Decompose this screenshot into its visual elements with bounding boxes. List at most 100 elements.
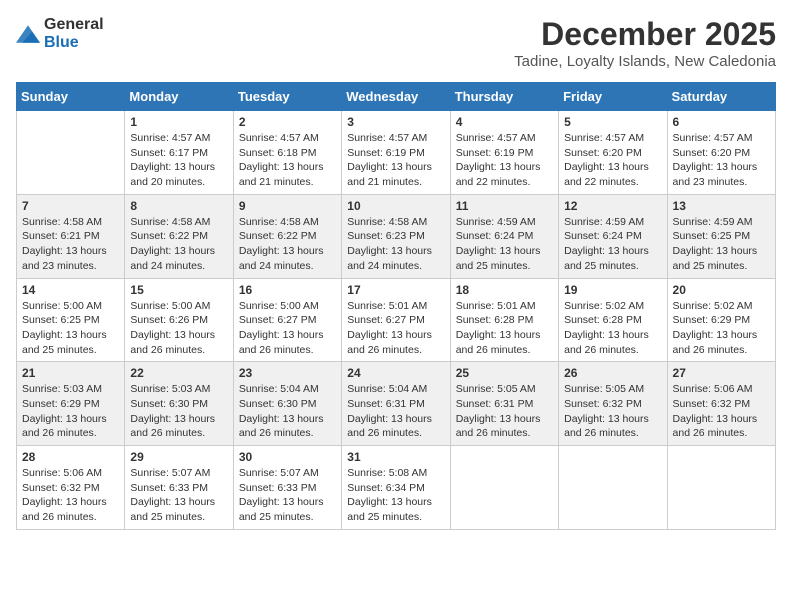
- logo-blue: Blue: [44, 34, 79, 51]
- calendar-cell: 10 Sunrise: 4:58 AM Sunset: 6:23 PM Dayli…: [342, 194, 450, 278]
- calendar-cell: 25Sunrise: 5:05 AM Sunset: 6:31 PM Dayli…: [450, 362, 558, 446]
- day-info: Sunrise: 5:08 AM Sunset: 6:34 PM Dayligh…: [347, 466, 444, 525]
- day-info: Sunrise: 4:57 AM Sunset: 6:20 PM Dayligh…: [673, 131, 770, 190]
- day-info: Sunrise: 5:00 AM Sunset: 6:27 PM Dayligh…: [239, 299, 336, 358]
- day-number: 10: [347, 199, 444, 213]
- calendar-cell: 24 Sunrise: 5:04 AM Sunset: 6:31 PM Dayli…: [342, 362, 450, 446]
- calendar-cell: 30 Sunrise: 5:07 AM Sunset: 6:33 PM Dayli…: [233, 446, 341, 530]
- day-number: 17: [347, 283, 444, 297]
- day-info: Sunrise: 5:07 AM Sunset: 6:33 PM Dayligh…: [239, 466, 336, 525]
- day-number: 18: [456, 283, 553, 297]
- calendar-cell: 22 Sunrise: 5:03 AM Sunset: 6:30 PM Dayli…: [125, 362, 233, 446]
- calendar-cell: 31 Sunrise: 5:08 AM Sunset: 6:34 PM Dayli…: [342, 446, 450, 530]
- day-number: 23: [239, 366, 336, 380]
- day-info: Sunrise: 5:06 AM Sunset: 6:32 PM Dayligh…: [22, 466, 119, 525]
- month-title: December 2025: [514, 16, 776, 53]
- day-number: 28: [22, 450, 119, 464]
- day-number: 8: [130, 199, 227, 213]
- day-info: Sunrise: 5:06 AM Sunset: 6:32 PM Dayligh…: [673, 382, 770, 441]
- day-info: Sunrise: 5:01 AM Sunset: 6:27 PM Dayligh…: [347, 299, 444, 358]
- day-number: 19: [564, 283, 661, 297]
- calendar-cell: 29Sunrise: 5:07 AM Sunset: 6:33 PM Dayli…: [125, 446, 233, 530]
- weekday-header-sunday: Sunday: [17, 83, 125, 111]
- day-info: Sunrise: 4:59 AM Sunset: 6:25 PM Dayligh…: [673, 215, 770, 274]
- day-number: 26: [564, 366, 661, 380]
- day-info: Sunrise: 5:00 AM Sunset: 6:25 PM Dayligh…: [22, 299, 119, 358]
- weekday-header-monday: Monday: [125, 83, 233, 111]
- day-info: Sunrise: 4:58 AM Sunset: 6:23 PM Dayligh…: [347, 215, 444, 274]
- calendar-cell: 2Sunrise: 4:57 AM Sunset: 6:18 PM Daylig…: [233, 111, 341, 195]
- day-info: Sunrise: 4:58 AM Sunset: 6:22 PM Dayligh…: [239, 215, 336, 274]
- weekday-header-saturday: Saturday: [667, 83, 775, 111]
- calendar-cell: 17 Sunrise: 5:01 AM Sunset: 6:27 PM Dayli…: [342, 278, 450, 362]
- day-number: 27: [673, 366, 770, 380]
- calendar-cell: 5 Sunrise: 4:57 AM Sunset: 6:20 PM Daylig…: [559, 111, 667, 195]
- day-number: 25: [456, 366, 553, 380]
- calendar-cell: 23 Sunrise: 5:04 AM Sunset: 6:30 PM Dayli…: [233, 362, 341, 446]
- calendar-week-row: 28 Sunrise: 5:06 AM Sunset: 6:32 PM Dayli…: [17, 446, 776, 530]
- calendar-cell: 7 Sunrise: 4:58 AM Sunset: 6:21 PM Daylig…: [17, 194, 125, 278]
- page-header: General Blue December 2025 Tadine, Loyal…: [16, 16, 776, 70]
- calendar-cell: 8 Sunrise: 4:58 AM Sunset: 6:22 PM Daylig…: [125, 194, 233, 278]
- calendar-cell: 20Sunrise: 5:02 AM Sunset: 6:29 PM Dayli…: [667, 278, 775, 362]
- day-number: 5: [564, 115, 661, 129]
- calendar-cell: 26Sunrise: 5:05 AM Sunset: 6:32 PM Dayli…: [559, 362, 667, 446]
- weekday-header-wednesday: Wednesday: [342, 83, 450, 111]
- day-number: 12: [564, 199, 661, 213]
- day-info: Sunrise: 4:58 AM Sunset: 6:22 PM Dayligh…: [130, 215, 227, 274]
- calendar-cell: 13 Sunrise: 4:59 AM Sunset: 6:25 PM Dayli…: [667, 194, 775, 278]
- day-info: Sunrise: 4:57 AM Sunset: 6:19 PM Dayligh…: [347, 131, 444, 190]
- day-info: Sunrise: 5:07 AM Sunset: 6:33 PM Dayligh…: [130, 466, 227, 525]
- day-number: 22: [130, 366, 227, 380]
- calendar-table: SundayMondayTuesdayWednesdayThursdayFrid…: [16, 82, 776, 530]
- calendar-cell: [559, 446, 667, 530]
- day-number: 6: [673, 115, 770, 129]
- day-info: Sunrise: 5:04 AM Sunset: 6:31 PM Dayligh…: [347, 382, 444, 441]
- calendar-cell: [667, 446, 775, 530]
- calendar-cell: 11Sunrise: 4:59 AM Sunset: 6:24 PM Dayli…: [450, 194, 558, 278]
- day-number: 1: [130, 115, 227, 129]
- day-info: Sunrise: 5:03 AM Sunset: 6:29 PM Dayligh…: [22, 382, 119, 441]
- day-number: 13: [673, 199, 770, 213]
- day-number: 4: [456, 115, 553, 129]
- weekday-header-thursday: Thursday: [450, 83, 558, 111]
- day-number: 3: [347, 115, 444, 129]
- day-number: 30: [239, 450, 336, 464]
- day-info: Sunrise: 4:57 AM Sunset: 6:19 PM Dayligh…: [456, 131, 553, 190]
- calendar-cell: 3 Sunrise: 4:57 AM Sunset: 6:19 PM Daylig…: [342, 111, 450, 195]
- calendar-week-row: 1 Sunrise: 4:57 AM Sunset: 6:17 PM Daylig…: [17, 111, 776, 195]
- calendar-cell: 1 Sunrise: 4:57 AM Sunset: 6:17 PM Daylig…: [125, 111, 233, 195]
- calendar-cell: 12Sunrise: 4:59 AM Sunset: 6:24 PM Dayli…: [559, 194, 667, 278]
- calendar-cell: 14Sunrise: 5:00 AM Sunset: 6:25 PM Dayli…: [17, 278, 125, 362]
- day-number: 24: [347, 366, 444, 380]
- location-title: Tadine, Loyalty Islands, New Caledonia: [514, 53, 776, 70]
- weekday-header-friday: Friday: [559, 83, 667, 111]
- title-area: December 2025 Tadine, Loyalty Islands, N…: [514, 16, 776, 70]
- day-number: 20: [673, 283, 770, 297]
- logo-general: General: [44, 16, 104, 33]
- day-number: 21: [22, 366, 119, 380]
- day-info: Sunrise: 5:04 AM Sunset: 6:30 PM Dayligh…: [239, 382, 336, 441]
- day-number: 15: [130, 283, 227, 297]
- day-info: Sunrise: 5:02 AM Sunset: 6:28 PM Dayligh…: [564, 299, 661, 358]
- day-info: Sunrise: 4:58 AM Sunset: 6:21 PM Dayligh…: [22, 215, 119, 274]
- day-number: 9: [239, 199, 336, 213]
- calendar-cell: 16Sunrise: 5:00 AM Sunset: 6:27 PM Dayli…: [233, 278, 341, 362]
- calendar-cell: 27 Sunrise: 5:06 AM Sunset: 6:32 PM Dayli…: [667, 362, 775, 446]
- weekday-header-tuesday: Tuesday: [233, 83, 341, 111]
- calendar-cell: 18 Sunrise: 5:01 AM Sunset: 6:28 PM Dayli…: [450, 278, 558, 362]
- calendar-header-row: SundayMondayTuesdayWednesdayThursdayFrid…: [17, 83, 776, 111]
- day-info: Sunrise: 5:00 AM Sunset: 6:26 PM Dayligh…: [130, 299, 227, 358]
- calendar-cell: 15 Sunrise: 5:00 AM Sunset: 6:26 PM Dayli…: [125, 278, 233, 362]
- day-number: 31: [347, 450, 444, 464]
- calendar-cell: 4 Sunrise: 4:57 AM Sunset: 6:19 PM Daylig…: [450, 111, 558, 195]
- day-info: Sunrise: 5:03 AM Sunset: 6:30 PM Dayligh…: [130, 382, 227, 441]
- calendar-cell: [450, 446, 558, 530]
- day-number: 7: [22, 199, 119, 213]
- calendar-cell: 6 Sunrise: 4:57 AM Sunset: 6:20 PM Daylig…: [667, 111, 775, 195]
- calendar-cell: 21 Sunrise: 5:03 AM Sunset: 6:29 PM Dayli…: [17, 362, 125, 446]
- day-info: Sunrise: 4:57 AM Sunset: 6:17 PM Dayligh…: [130, 131, 227, 190]
- day-info: Sunrise: 4:57 AM Sunset: 6:20 PM Dayligh…: [564, 131, 661, 190]
- calendar-week-row: 7 Sunrise: 4:58 AM Sunset: 6:21 PM Daylig…: [17, 194, 776, 278]
- day-info: Sunrise: 5:01 AM Sunset: 6:28 PM Dayligh…: [456, 299, 553, 358]
